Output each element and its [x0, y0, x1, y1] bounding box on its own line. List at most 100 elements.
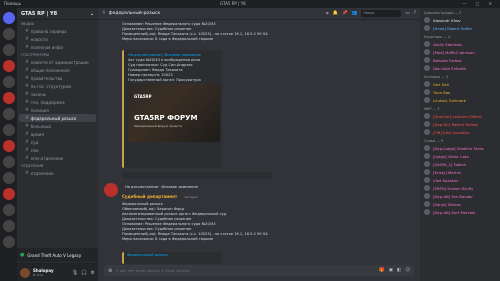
channel-item-active[interactable]: # федеральный розыск [19, 114, 96, 122]
help-icon[interactable]: ? [414, 11, 416, 16]
server-icon[interactable] [2, 156, 15, 168]
channel-item[interactable]: # по гос. структурам [19, 82, 96, 90]
channel-item[interactable]: # новости [19, 35, 96, 43]
window-controls[interactable]: — ▢ ✕ [462, 1, 496, 6]
guild-header[interactable]: GTA5 RP | Y8 ⌄ [17, 8, 98, 20]
search-input[interactable]: Поиск [361, 10, 402, 17]
member-item[interactable]: [FIB] Kiko Gonzalez [420, 128, 500, 136]
channel-item[interactable]: # суд [19, 138, 96, 146]
message-author[interactable]: Судебный департамент [122, 194, 177, 199]
member-item[interactable]: Vlad Kazakov [420, 176, 500, 184]
member-item[interactable]: [SASPA_2] Fabion [420, 160, 500, 168]
channel-category[interactable]: ГОССТРУКТУРЫ [17, 51, 98, 58]
bell-icon[interactable]: 🔔 [333, 11, 339, 16]
help-link[interactable]: Помощь [4, 1, 21, 6]
server-icon[interactable] [2, 204, 15, 216]
link-embed[interactable]: На рассмотрении | Исковое заявление Акт … [122, 50, 222, 168]
activity-bar[interactable]: ● Grand Theft Auto V Legacy [17, 248, 98, 262]
avatar[interactable] [104, 183, 118, 197]
member-item[interactable]: [Dep.Judge] Vladimir Faras [420, 144, 500, 152]
gif-icon[interactable]: ▣ [389, 268, 393, 273]
member-item[interactable]: [Dep.Att] Yan Bandar [420, 192, 500, 200]
user-status: В сети [33, 273, 44, 277]
channel-category[interactable]: Отделения [17, 162, 98, 169]
brand-logo: GTA5RP [134, 94, 152, 99]
hash-icon: # [25, 75, 29, 81]
server-icon[interactable] [2, 44, 15, 56]
member-item[interactable]: [Mod] MaRkO Johnson [420, 48, 500, 56]
server-icon[interactable] [2, 172, 15, 184]
server-icon[interactable] [2, 236, 15, 248]
message-list: Основание: Решение Федерального суда №20… [98, 20, 420, 265]
channel-item[interactable]: # отделение [19, 169, 96, 177]
member-item[interactable]: [Dep.Att] Kurt Mercelo [420, 208, 500, 216]
member-item[interactable]: [Judge] Viktor Laks [420, 152, 500, 160]
avatar[interactable] [20, 267, 30, 278]
channel-item[interactable]: # сми [19, 146, 96, 154]
member-name: Vasily Stanislav [433, 41, 463, 47]
server-icon[interactable] [2, 124, 15, 136]
headphones-icon[interactable]: 🎧 [81, 270, 87, 276]
reply-bar[interactable]: На рассмотрении · Исковое заявление [122, 172, 272, 189]
member-item[interactable]: Baisuke Forbes [420, 56, 500, 64]
avatar [424, 25, 430, 31]
avatar [424, 161, 430, 167]
home-icon[interactable] [2, 12, 15, 24]
avatar [424, 81, 430, 87]
avatar [424, 113, 430, 119]
member-item[interactable]: [Kristy] Martini [420, 168, 500, 176]
server-icon[interactable] [2, 108, 15, 120]
mic-icon[interactable]: 🎙 [72, 270, 78, 276]
member-item[interactable]: Alexandr Kirov [420, 16, 500, 24]
member-item[interactable]: [Head] Robert Soffer [420, 24, 500, 32]
server-icon[interactable] [2, 76, 15, 88]
channel-item[interactable]: # новости от администрации [19, 58, 96, 66]
server-icon[interactable] [2, 60, 15, 72]
channel-category[interactable]: МЕДИА [17, 20, 98, 27]
member-item[interactable]: [SRPD] Kristen Bruffy [420, 184, 500, 192]
message-composer[interactable]: ⊕ У вас нет прав писать в этом канале 🎁 … [104, 265, 414, 276]
member-item[interactable]: Tuna Bao [420, 88, 500, 96]
embed-title[interactable]: Федеральный розыск [127, 253, 219, 258]
pin-icon[interactable]: 📌 [342, 11, 348, 16]
hash-icon: # [25, 83, 29, 89]
gear-icon[interactable]: ⚙ [91, 270, 95, 276]
avatar [424, 209, 430, 215]
member-item[interactable]: [Dep.Dir] Ratmir Nelson [420, 120, 500, 128]
member-item[interactable]: Dep.Vald Sirlbatti [420, 64, 500, 72]
channel-item[interactable]: # общие положения [19, 66, 96, 74]
server-icon[interactable] [2, 188, 15, 200]
inbox-icon[interactable]: ▭ [405, 11, 409, 16]
server-icon[interactable] [2, 92, 15, 104]
member-item[interactable]: [Sanja] Deluxe [420, 200, 500, 208]
link-embed[interactable]: Федеральный розыск [122, 252, 222, 264]
embed-image[interactable]: GTA5RP GTA5RP ФОРУМ Официальный форум пр… [128, 84, 220, 142]
emoji-icon[interactable]: ☺ [405, 268, 410, 273]
channel-item[interactable]: # правительство [19, 74, 96, 82]
channel-item[interactable]: # полиция [19, 106, 96, 114]
window-titlebar: Помощь GTA5 RP | Y8 — ▢ ✕ [0, 0, 500, 8]
gift-icon[interactable]: 🎁 [379, 268, 385, 273]
hash-icon: # [25, 139, 29, 145]
channel-item[interactable]: # ems-отделение [19, 154, 96, 162]
channel-item[interactable]: # правила сервера [19, 27, 96, 35]
sticker-icon[interactable]: ◧ [397, 268, 401, 273]
server-icon[interactable] [2, 28, 15, 40]
member-item[interactable]: [Director] Leonard Gilbert [420, 112, 500, 120]
member-item[interactable]: Vasily Stanislav [420, 40, 500, 48]
member-item[interactable]: Lindsey Gullmark [420, 96, 500, 104]
avatar [424, 185, 430, 191]
plus-icon[interactable]: ⊕ [108, 268, 112, 274]
server-icon[interactable] [2, 220, 15, 232]
threads-icon[interactable]: ⌗ [326, 11, 329, 17]
channel-item[interactable]: # тех. поддержка [19, 98, 96, 106]
channel-item[interactable]: # армия [19, 130, 96, 138]
member-item[interactable]: Gex Hall [420, 80, 500, 88]
channel-title: федеральный-розыск [108, 11, 161, 16]
channel-item[interactable]: # законы [19, 90, 96, 98]
channel-item[interactable]: # полезная инфа [19, 43, 96, 51]
member-name: Alexandr Kirov [433, 17, 461, 23]
server-icon[interactable] [2, 140, 15, 152]
members-icon[interactable]: 👥 [352, 11, 358, 16]
channel-item[interactable]: # больница [19, 122, 96, 130]
